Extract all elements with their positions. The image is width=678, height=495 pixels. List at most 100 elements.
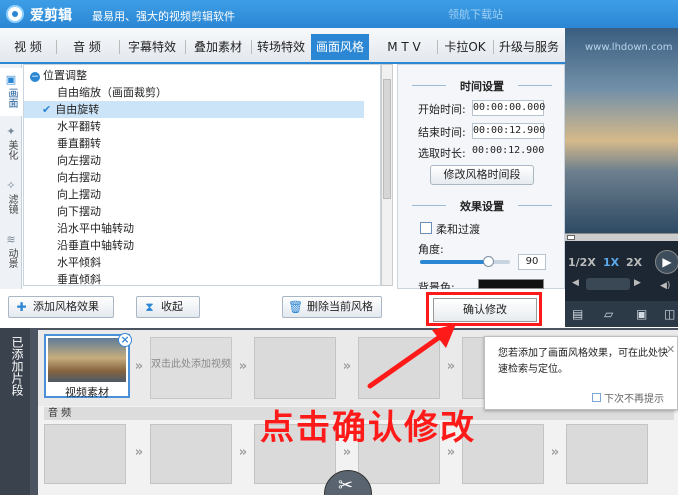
list-item[interactable]: 垂直倾斜: [24, 271, 364, 285]
screen-icon: ▣: [5, 73, 17, 86]
chevron-right-icon: »: [134, 445, 144, 460]
list-item[interactable]: 向左摆动: [24, 152, 364, 169]
settings-panel: 时间设置 开始时间: 00:00:00.000 结束时间: 00:00:12.9…: [397, 64, 565, 289]
app-logo-icon: [6, 5, 24, 23]
bg-color-label: 背景色:: [418, 281, 455, 289]
annotation-text: 点击确认修改: [260, 408, 476, 448]
tab-audio[interactable]: 音 频: [58, 36, 116, 58]
list-item[interactable]: 向下摆动: [24, 203, 364, 220]
app-slogan: 最易用、强大的视频剪辑软件: [92, 10, 235, 23]
sidebar-item-label: 画面: [6, 88, 17, 108]
angle-slider-track[interactable]: [420, 256, 510, 267]
list-item[interactable]: 垂直翻转: [24, 135, 364, 152]
effect-list: − 位置调整 自由缩放（画面裁剪） ✔ 自由旋转 水平翻转 垂直翻转 向左摆动 向右…: [23, 64, 381, 286]
empty-audio-slot[interactable]: [44, 424, 126, 484]
angle-label: 角度:: [418, 243, 444, 256]
tab-subtitle-effects[interactable]: 字幕特效: [121, 36, 183, 58]
end-time-field[interactable]: 00:00:12.900: [472, 123, 545, 139]
list-item[interactable]: 自由缩放（画面裁剪）: [24, 84, 364, 101]
list-item[interactable]: 向右摆动: [24, 169, 364, 186]
save-icon[interactable]: ▣: [636, 307, 647, 321]
speed-2x-button[interactable]: 2X: [626, 256, 642, 269]
empty-audio-slot[interactable]: [150, 424, 232, 484]
empty-clip-slot[interactable]: [254, 337, 336, 399]
app-title: 爱剪辑: [30, 8, 72, 24]
effect-settings-title: 效果设置: [460, 200, 504, 213]
list-item[interactable]: 水平倾斜: [24, 254, 364, 271]
scrollbar-thumb[interactable]: [383, 79, 391, 199]
speed-half-button[interactable]: 1/2X: [568, 256, 596, 269]
list-item[interactable]: 沿垂直中轴转动: [24, 237, 364, 254]
sidebar-item-filter[interactable]: ✧ 滤镜: [0, 176, 22, 226]
play-icon[interactable]: ▶: [655, 250, 678, 274]
tab-picture-style[interactable]: 画面风格: [311, 34, 369, 60]
sidebar-item-beautify[interactable]: ✦ 美化: [0, 122, 22, 172]
start-time-label: 开始时间:: [418, 103, 466, 116]
list-scrollbar[interactable]: [381, 64, 393, 286]
filter-wand-icon: ✧: [6, 179, 16, 192]
empty-audio-slot[interactable]: [566, 424, 648, 484]
hourglass-icon: ⧗: [145, 300, 154, 314]
chevron-right-icon: »: [238, 359, 248, 374]
sidebar-item-motion[interactable]: ≋ 动景: [0, 230, 22, 282]
snapshot-icon[interactable]: ◫: [664, 307, 675, 321]
duration-value: 00:00:12.900: [472, 145, 545, 156]
time-settings-title: 时间设置: [460, 80, 504, 93]
video-clip[interactable]: 视频素材: [44, 334, 130, 399]
dont-show-again-checkbox[interactable]: [592, 393, 601, 402]
list-item[interactable]: 向上摆动: [24, 186, 364, 203]
category-sidebar: ▣ 画面 ✦ 美化 ✧ 滤镜 ≋ 动景: [0, 64, 22, 289]
export-icon[interactable]: ▤: [572, 307, 583, 321]
sidebar-item-label: 滤镜: [6, 194, 17, 214]
list-item[interactable]: 水平翻转: [24, 118, 364, 135]
magic-wand-plus-icon: ✚: [16, 300, 27, 314]
collapse-minus-icon: −: [30, 72, 40, 82]
sidebar-item-screen[interactable]: ▣ 画面: [0, 68, 22, 116]
end-time-label: 结束时间:: [418, 126, 466, 139]
close-icon[interactable]: ✕: [666, 343, 675, 356]
tab-transition[interactable]: 转场特效: [253, 36, 309, 58]
angle-slider-knob[interactable]: [482, 256, 494, 267]
tab-video[interactable]: 视 频: [2, 36, 54, 58]
list-group-header[interactable]: − 位置调整: [24, 67, 364, 84]
video-preview: [565, 28, 678, 233]
folder-open-icon[interactable]: ▱: [604, 307, 613, 321]
jog-slider[interactable]: [586, 278, 630, 290]
volume-icon[interactable]: ◀): [660, 281, 674, 291]
smooth-transition-label: 柔和过渡: [436, 223, 480, 236]
collapse-button[interactable]: ⧗ 收起: [136, 296, 200, 318]
chevron-right-icon: »: [134, 359, 144, 374]
watermark-text: 领航下载站: [448, 8, 503, 21]
start-time-field[interactable]: 00:00:00.000: [472, 100, 545, 116]
list-item-selected[interactable]: ✔ 自由旋转: [24, 101, 364, 118]
remove-clip-icon[interactable]: ×: [118, 333, 132, 347]
tab-mtv[interactable]: M T V: [373, 36, 435, 58]
tab-karaoke[interactable]: 卡拉OK: [439, 36, 491, 58]
speed-1x-button[interactable]: 1X: [603, 256, 619, 269]
bg-color-swatch[interactable]: [478, 279, 544, 289]
wave-icon: ≋: [6, 233, 16, 246]
annotation-arrow: [367, 324, 456, 389]
clip-thumbnail: [48, 338, 126, 382]
tab-overlay[interactable]: 叠加素材: [187, 36, 249, 58]
empty-clip-slot[interactable]: 双击此处添加视频: [150, 337, 232, 399]
chevron-right-icon: »: [342, 359, 352, 374]
trash-icon: 🗑: [288, 300, 304, 314]
magic-wand-icon: ✦: [6, 125, 16, 138]
progress-handle[interactable]: [567, 235, 575, 240]
hint-popup-text: 您若添加了画面风格效果，可在此处快速检索与定位。: [498, 348, 668, 375]
tab-upgrade-service[interactable]: 升级与服务: [495, 36, 563, 58]
chevron-right-icon: »: [238, 445, 248, 460]
clip-label: 视频素材: [65, 386, 109, 399]
modify-time-button[interactable]: 修改风格时间段: [430, 165, 534, 185]
check-icon: ✔: [42, 103, 52, 116]
next-frame-icon[interactable]: ▶: [634, 278, 644, 288]
delete-style-button[interactable]: 🗑 删除当前风格: [282, 296, 382, 318]
main-tab-bar: 视 频 音 频 字幕特效 叠加素材 转场特效 画面风格 M T V 卡拉OK 升…: [0, 28, 565, 64]
add-style-effect-button[interactable]: ✚ 添加风格效果: [8, 296, 114, 318]
angle-input[interactable]: 90: [518, 254, 546, 270]
smooth-transition-checkbox[interactable]: [420, 222, 432, 234]
list-item[interactable]: 沿水平中轴转动: [24, 220, 364, 237]
prev-frame-icon[interactable]: ◀: [572, 278, 582, 288]
preview-progress-bar[interactable]: [565, 233, 678, 241]
